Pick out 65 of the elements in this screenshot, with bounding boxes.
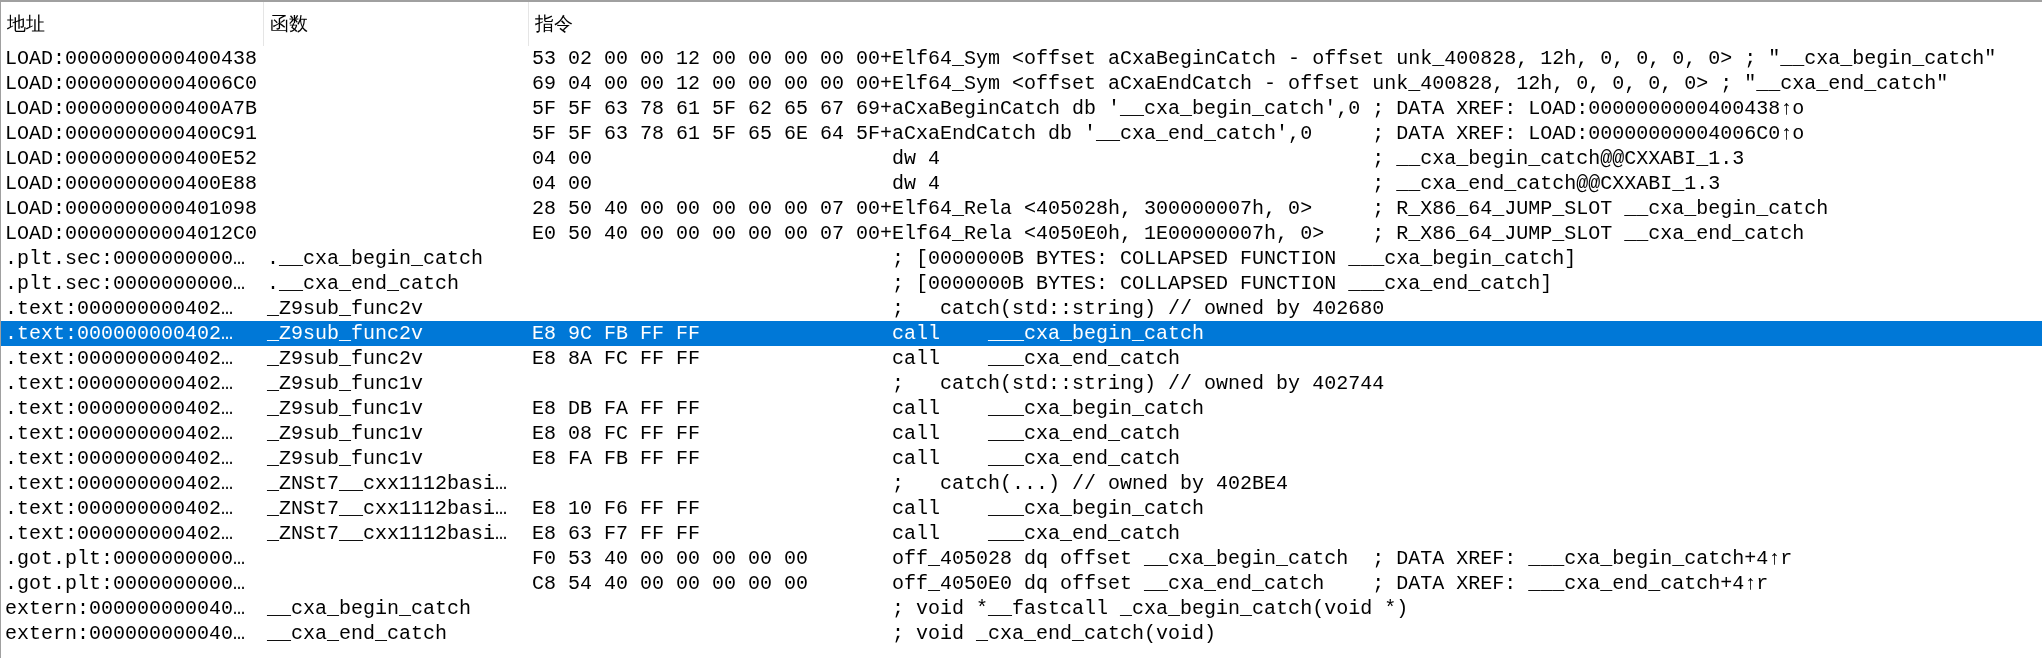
function-cell[interactable]: __cxa_begin_catch [263, 596, 528, 621]
instruction-cell[interactable]: E0 50 40 00 00 00 00 00 07 00+Elf64_Rela <4050E0h, 1E00000007h, 0> ; R_X86_64_JUMP_SLOT __cxa_end_catch [528, 221, 2042, 246]
instruction-cell[interactable]: 5F 5F 63 78 61 5F 62 65 67 69+aCxaBeginCatch db '__cxa_begin_catch',0 ; DATA XREF: LOAD:0000000000400438↑o [528, 96, 2042, 121]
instruction-cell[interactable]: 53 02 00 00 12 00 00 00 00 00+Elf64_Sym <offset aCxaBeginCatch - offset unk_400828, 12h, 0, 0, 0, 0> ; "__cxa_begin_catch" [528, 46, 2042, 71]
address-cell[interactable]: .text:000000000402… [1, 446, 263, 471]
function-cell[interactable]: _Z9sub_func1v [263, 396, 528, 421]
instruction-cell[interactable]: ; catch(std::string) // owned by 402680 [528, 296, 2042, 321]
instruction-cell[interactable]: ; void *__fastcall _cxa_begin_catch(void *) [528, 596, 2042, 621]
column-header[interactable]: 函数 [263, 2, 528, 46]
address-cell[interactable]: .text:000000000402… [1, 396, 263, 421]
column-header[interactable]: 指令 [528, 2, 2042, 46]
address-cell[interactable]: .got.plt:0000000000… [1, 546, 263, 571]
function-cell[interactable]: _Z9sub_func1v [263, 371, 528, 396]
address-cell[interactable]: LOAD:0000000000400A7B [1, 96, 263, 121]
address-cell[interactable]: .text:000000000402… [1, 496, 263, 521]
instruction-cell[interactable]: 69 04 00 00 12 00 00 00 00 00+Elf64_Sym <offset aCxaEndCatch - offset unk_400828, 12h, 0, 0, 0, 0> ; "__cxa_end_catch" [528, 71, 2042, 96]
instruction-cell[interactable]: E8 DB FA FF FF call ___cxa_begin_catch [528, 396, 2042, 421]
address-cell[interactable]: LOAD:0000000000401098 [1, 196, 263, 221]
instruction-cell[interactable]: 04 00 dw 4 ; __cxa_begin_catch@@CXXABI_1.3 [528, 146, 2042, 171]
instruction-cell[interactable]: 28 50 40 00 00 00 00 00 07 00+Elf64_Rela <405028h, 300000007h, 0> ; R_X86_64_JUMP_SLOT __cxa_begin_catch [528, 196, 2042, 221]
address-cell[interactable]: LOAD:00000000004012C0 [1, 221, 263, 246]
instruction-cell[interactable]: 04 00 dw 4 ; __cxa_end_catch@@CXXABI_1.3 [528, 171, 2042, 196]
function-cell[interactable]: __cxa_end_catch [263, 621, 528, 646]
address-cell[interactable]: .plt.sec:0000000000… [1, 271, 263, 296]
address-cell[interactable]: .text:000000000402… [1, 371, 263, 396]
address-cell[interactable]: LOAD:00000000004006C0 [1, 71, 263, 96]
address-cell[interactable]: LOAD:0000000000400438 [1, 46, 263, 71]
function-cell[interactable]: .__cxa_begin_catch [263, 246, 528, 271]
column-header[interactable]: 地址 [1, 2, 263, 46]
function-cell[interactable]: _Z9sub_func2v [263, 346, 528, 371]
instruction-cell[interactable]: ; catch(...) // owned by 402BE4 [528, 471, 2042, 496]
function-cell[interactable]: _Z9sub_func2v [263, 296, 528, 321]
instruction-cell[interactable]: E8 10 F6 FF FF call ___cxa_begin_catch [528, 496, 2042, 521]
address-cell[interactable]: .text:000000000402… [1, 521, 263, 546]
instruction-cell[interactable]: ; [0000000B BYTES: COLLAPSED FUNCTION ___cxa_begin_catch] [528, 246, 2042, 271]
function-cell[interactable]: _ZNSt7__cxx1112basi… [263, 496, 528, 521]
address-cell[interactable]: .text:000000000402… [1, 321, 263, 346]
instruction-cell[interactable]: E8 FA FB FF FF call ___cxa_end_catch [528, 446, 2042, 471]
address-cell[interactable]: LOAD:0000000000400E88 [1, 171, 263, 196]
address-cell[interactable]: LOAD:0000000000400C91 [1, 121, 263, 146]
instruction-cell[interactable]: C8 54 40 00 00 00 00 00 off_4050E0 dq offset __cxa_end_catch ; DATA XREF: ___cxa_end_catch+4↑r [528, 571, 2042, 596]
function-cell[interactable]: _Z9sub_func2v [263, 321, 528, 346]
instruction-cell[interactable]: E8 63 F7 FF FF call ___cxa_end_catch [528, 521, 2042, 546]
function-cell[interactable]: _ZNSt7__cxx1112basi… [263, 521, 528, 546]
instruction-cell[interactable]: E8 8A FC FF FF call ___cxa_end_catch [528, 346, 2042, 371]
function-cell[interactable]: _Z9sub_func1v [263, 421, 528, 446]
instruction-cell[interactable]: F0 53 40 00 00 00 00 00 off_405028 dq offset __cxa_begin_catch ; DATA XREF: ___cxa_begin_catch+4↑r [528, 546, 2042, 571]
address-cell[interactable]: .text:000000000402… [1, 346, 263, 371]
address-cell[interactable]: .text:000000000402… [1, 471, 263, 496]
address-cell[interactable]: .plt.sec:0000000000… [1, 246, 263, 271]
instruction-cell[interactable]: 5F 5F 63 78 61 5F 65 6E 64 5F+aCxaEndCatch db '__cxa_end_catch',0 ; DATA XREF: LOAD:00000000004006C0↑o [528, 121, 2042, 146]
address-cell[interactable]: .got.plt:0000000000… [1, 571, 263, 596]
instruction-cell[interactable]: ; [0000000B BYTES: COLLAPSED FUNCTION ___cxa_end_catch] [528, 271, 2042, 296]
function-cell[interactable]: .__cxa_end_catch [263, 271, 528, 296]
instruction-cell[interactable]: E8 08 FC FF FF call ___cxa_end_catch [528, 421, 2042, 446]
instruction-cell[interactable]: ; catch(std::string) // owned by 402744 [528, 371, 2042, 396]
address-cell[interactable]: .text:000000000402… [1, 421, 263, 446]
function-cell[interactable]: _Z9sub_func1v [263, 446, 528, 471]
address-cell[interactable]: LOAD:0000000000400E52 [1, 146, 263, 171]
address-cell[interactable]: .text:000000000402… [1, 296, 263, 321]
instruction-cell[interactable]: E8 9C FB FF FF call ___cxa_begin_catch [528, 321, 2042, 346]
function-cell[interactable]: _ZNSt7__cxx1112basi… [263, 471, 528, 496]
address-cell[interactable]: extern:000000000040… [1, 621, 263, 646]
address-cell[interactable]: extern:000000000040… [1, 596, 263, 621]
instruction-cell[interactable]: ; void _cxa_end_catch(void) [528, 621, 2042, 646]
